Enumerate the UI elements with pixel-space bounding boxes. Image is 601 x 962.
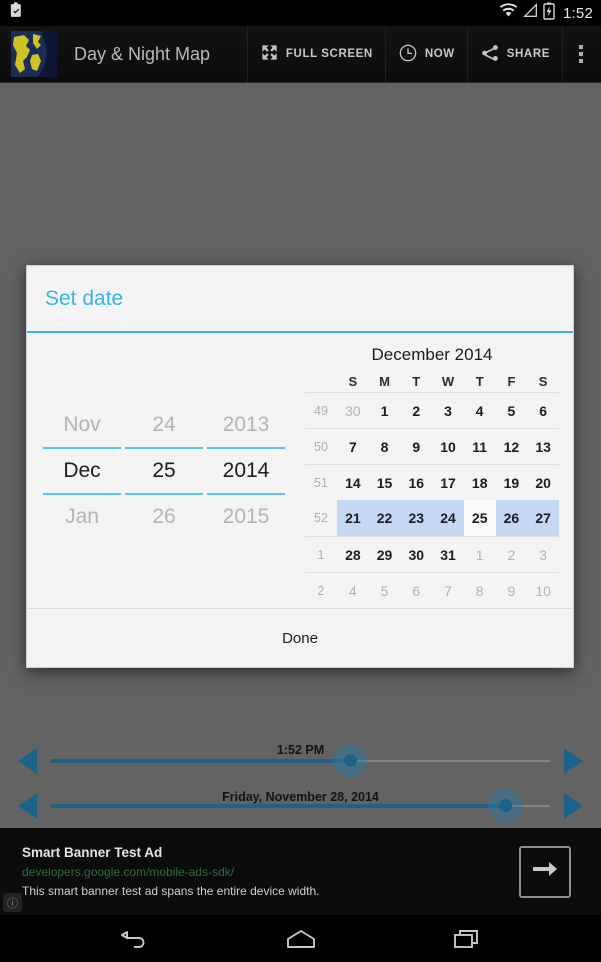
calendar-day-cell[interactable]: 5 <box>369 573 401 609</box>
device-screen: 1:52 Day & Night Map FULL SCREEN NOW SHA… <box>0 0 601 962</box>
calendar-day-cell[interactable]: 7 <box>337 429 369 465</box>
calendar-day-cell[interactable]: 11 <box>464 429 496 465</box>
calendar-week-number: 52 <box>314 511 328 525</box>
calendar-day-cell[interactable]: 1 <box>369 393 401 429</box>
calendar-dow-3: W <box>441 374 455 389</box>
calendar-dow-0: S <box>348 374 358 389</box>
year-spinner[interactable]: 2013 2014 2015 <box>207 403 285 539</box>
month-spinner[interactable]: Nov Dec Jan <box>43 403 121 539</box>
calendar-dow-1: M <box>379 374 390 389</box>
calendar-day-cell[interactable]: 22 <box>368 500 401 536</box>
calendar-day-cell[interactable]: 25 <box>463 500 496 536</box>
calendar-day-cell[interactable]: 16 <box>400 465 432 501</box>
calendar-week-number: 50 <box>314 440 328 454</box>
calendar-day-cell[interactable]: 8 <box>464 573 496 609</box>
calendar-grid[interactable]: 49 30 1 2 3 4 5 6 50 7 8 9 10 11 12 13 51 14 15 16 17 18 19 20 5… <box>305 392 559 608</box>
calendar-day-cell[interactable]: 2 <box>400 393 432 429</box>
dialog-footer: Done <box>27 608 573 667</box>
day-spinner-next[interactable]: 26 <box>125 495 203 539</box>
done-button[interactable]: Done <box>282 630 318 647</box>
calendar-day-cell[interactable]: 4 <box>337 573 369 609</box>
calendar-day-cell[interactable]: 23 <box>400 500 433 536</box>
calendar-week-number: 1 <box>317 548 325 562</box>
month-spinner-prev[interactable]: Nov <box>43 403 121 447</box>
calendar-day-cell[interactable]: 26 <box>495 500 528 536</box>
day-spinner[interactable]: 24 25 26 <box>125 403 203 539</box>
calendar-day-cell[interactable]: 30 <box>400 537 432 573</box>
calendar-day-cell[interactable]: 2 <box>496 537 528 573</box>
calendar-day-cell[interactable]: 6 <box>400 573 432 609</box>
day-spinner-value[interactable]: 25 <box>125 449 203 493</box>
calendar-day-cell[interactable]: 3 <box>527 537 559 573</box>
calendar-week-number: 2 <box>317 584 325 598</box>
set-date-dialog: Set date Nov Dec Jan 24 25 26 2013 2014 … <box>26 265 574 668</box>
calendar-view: December 2014 S M T W T F S 49 30 1 2 3 4 5 6 50… <box>301 333 573 608</box>
calendar-day-cell[interactable]: 24 <box>432 500 464 536</box>
calendar-dow-6: S <box>538 374 548 389</box>
calendar-day-cell[interactable]: 18 <box>464 465 496 501</box>
calendar-day-headers: S M T W T F S <box>305 374 559 389</box>
calendar-dow-4: T <box>475 374 484 389</box>
calendar-day-cell[interactable]: 8 <box>369 429 401 465</box>
calendar-day-cell[interactable]: 12 <box>496 429 528 465</box>
calendar-day-cell[interactable]: 1 <box>464 537 496 573</box>
calendar-day-cell[interactable]: 31 <box>432 537 464 573</box>
date-spinners: Nov Dec Jan 24 25 26 2013 2014 2015 <box>27 333 301 608</box>
dialog-title: Set date <box>45 286 124 310</box>
calendar-day-cell[interactable]: 19 <box>496 465 528 501</box>
calendar-day-cell[interactable]: 29 <box>369 537 401 573</box>
calendar-month-title: December 2014 <box>371 345 493 364</box>
calendar-day-cell[interactable]: 14 <box>337 465 369 501</box>
month-spinner-value[interactable]: Dec <box>43 449 121 493</box>
calendar-day-cell[interactable]: 21 <box>337 500 369 536</box>
calendar-day-cell[interactable]: 5 <box>496 393 528 429</box>
calendar-week-row: 52 21 22 23 24 25 26 27 <box>305 500 559 536</box>
calendar-day-cell[interactable]: 28 <box>337 537 369 573</box>
year-spinner-next[interactable]: 2015 <box>207 495 285 539</box>
calendar-day-cell[interactable]: 13 <box>527 429 559 465</box>
calendar-week-row: 2 4 5 6 7 8 9 10 <box>305 572 559 608</box>
calendar-day-cell[interactable]: 7 <box>432 573 464 609</box>
year-spinner-prev[interactable]: 2013 <box>207 403 285 447</box>
calendar-day-cell[interactable]: 15 <box>369 465 401 501</box>
month-spinner-next[interactable]: Jan <box>43 495 121 539</box>
calendar-week-number: 49 <box>314 404 328 418</box>
year-spinner-value[interactable]: 2014 <box>207 449 285 493</box>
calendar-day-cell[interactable]: 17 <box>432 465 464 501</box>
calendar-day-cell[interactable]: 4 <box>464 393 496 429</box>
calendar-week-row: 49 30 1 2 3 4 5 6 <box>305 392 559 428</box>
day-spinner-prev[interactable]: 24 <box>125 403 203 447</box>
calendar-week-row: 1 28 29 30 31 1 2 3 <box>305 536 559 572</box>
calendar-weeknum-header <box>305 374 337 389</box>
calendar-week-row: 51 14 15 16 17 18 19 20 <box>305 464 559 500</box>
calendar-dow-5: F <box>507 374 516 389</box>
calendar-day-cell[interactable]: 9 <box>400 429 432 465</box>
calendar-day-cell[interactable]: 30 <box>337 393 369 429</box>
calendar-week-number: 51 <box>314 476 328 490</box>
calendar-day-cell[interactable]: 10 <box>432 429 464 465</box>
dialog-header: Set date <box>27 266 573 333</box>
calendar-day-cell[interactable]: 3 <box>432 393 464 429</box>
calendar-day-cell[interactable]: 27 <box>527 500 559 536</box>
calendar-day-cell[interactable]: 6 <box>527 393 559 429</box>
calendar-day-cell[interactable]: 20 <box>527 465 559 501</box>
calendar-dow-2: T <box>412 374 421 389</box>
dialog-body: Nov Dec Jan 24 25 26 2013 2014 2015 Dece… <box>27 333 573 608</box>
calendar-day-cell[interactable]: 9 <box>496 573 528 609</box>
calendar-day-cell[interactable]: 10 <box>527 573 559 609</box>
calendar-week-row: 50 7 8 9 10 11 12 13 <box>305 428 559 464</box>
